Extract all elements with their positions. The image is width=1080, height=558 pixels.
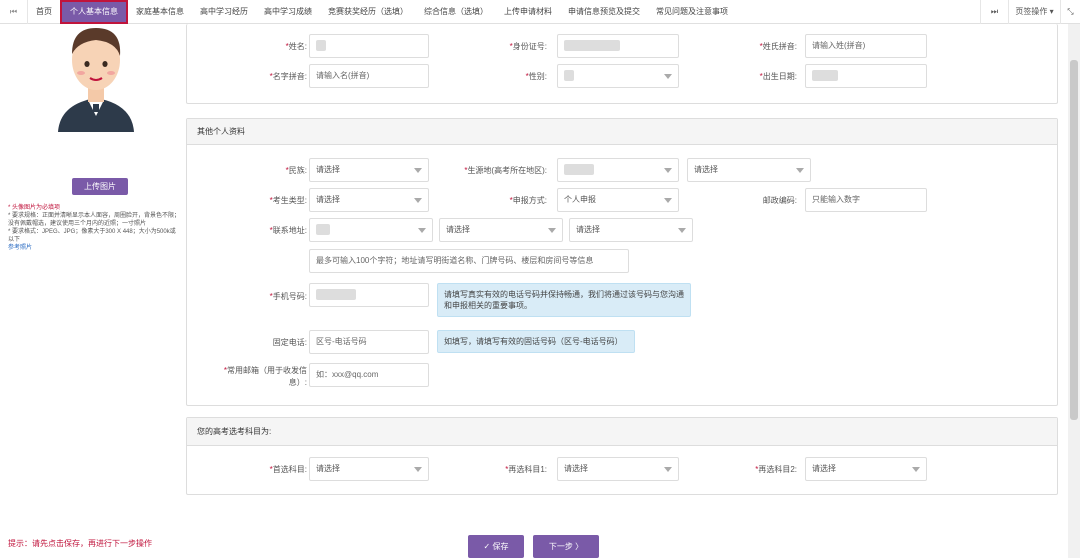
chevron-down-icon bbox=[664, 74, 672, 79]
examinee-type-select[interactable]: 请选择 bbox=[309, 188, 429, 212]
surname-pinyin-label: *姓氏拼音: bbox=[759, 42, 797, 51]
zip-input[interactable]: 只能输入数字 bbox=[805, 188, 927, 212]
redacted-text bbox=[812, 70, 838, 82]
basic-info-panel: *姓名: *身份证号: *姓氏拼音: 请输入姓(拼音) *名字拼音: 请输入名(… bbox=[186, 24, 1058, 104]
rewind-icon: ⏮ bbox=[9, 6, 18, 16]
other-info-panel: 其他个人资料 *民族: 请选择 *生源地(高考所在地区): 请选择 *考生类型:… bbox=[186, 118, 1058, 406]
name-label: *姓名: bbox=[285, 42, 307, 51]
second-subject-1-select[interactable]: 请选择 bbox=[557, 457, 679, 481]
avatar-illustration bbox=[58, 28, 134, 132]
zip-label: 邮政编码: bbox=[762, 196, 797, 205]
first-subject-select[interactable]: 请选择 bbox=[309, 457, 429, 481]
name-input[interactable] bbox=[309, 34, 429, 58]
fullscreen-icon: ⤡ bbox=[1067, 6, 1074, 16]
surname-pinyin-input[interactable]: 请输入姓(拼音) bbox=[805, 34, 927, 58]
tab-highschool-history[interactable]: 高中学习经历 bbox=[192, 0, 256, 24]
redacted-text bbox=[564, 164, 594, 176]
email-input[interactable]: 如：xxx@qq.com bbox=[309, 363, 429, 387]
tab-highschool-grades[interactable]: 高中学习成绩 bbox=[256, 0, 320, 24]
id-number-input[interactable] bbox=[557, 34, 679, 58]
id-number-label: *身份证号: bbox=[509, 42, 547, 51]
address-detail-input[interactable]: 最多可输入100个字符；地址请写明街道名称、门牌号码、楼层和房间号等信息 bbox=[309, 249, 629, 273]
chevron-down-icon bbox=[912, 467, 920, 472]
apply-method-select[interactable]: 个人申报 bbox=[557, 188, 679, 212]
examinee-type-label: *考生类型: bbox=[269, 196, 307, 205]
prev-tabs-button[interactable]: ⏮ bbox=[0, 0, 28, 24]
other-info-title: 其他个人资料 bbox=[187, 119, 1057, 145]
reference-photo-link[interactable]: 参考照片 bbox=[8, 245, 32, 251]
address-province-select[interactable] bbox=[309, 218, 433, 242]
tab-preview-submit[interactable]: 申请信息预览及提交 bbox=[560, 0, 648, 24]
upload-photo-button[interactable]: 上传图片 bbox=[72, 178, 128, 195]
origin-city-select[interactable]: 请选择 bbox=[687, 158, 811, 182]
chevron-down-icon bbox=[664, 467, 672, 472]
chevron-down-icon bbox=[418, 228, 426, 233]
given-pinyin-label: *名字拼音: bbox=[269, 72, 307, 81]
address-district-select[interactable]: 请选择 bbox=[569, 218, 693, 242]
next-tabs-button[interactable]: ⏭ bbox=[980, 0, 1008, 24]
landline-input[interactable]: 区号-电话号码 bbox=[309, 330, 429, 354]
tab-general-info[interactable]: 综合信息（选填） bbox=[416, 0, 496, 24]
tab-home[interactable]: 首页 bbox=[28, 0, 60, 24]
landline-label: 固定电话: bbox=[272, 338, 307, 347]
apply-method-label: *申报方式: bbox=[509, 196, 547, 205]
save-button[interactable]: ✓ 保存 bbox=[468, 535, 524, 558]
subjects-title: 您的高考选考科目为: bbox=[187, 418, 1057, 446]
next-step-button[interactable]: 下一步 〉 bbox=[533, 535, 599, 558]
note-format: * 要求格式：JPEG、JPG；像素大于300 X 448；大小为500k或以下 bbox=[8, 229, 176, 243]
tab-personal-info[interactable]: 个人基本信息 bbox=[60, 0, 128, 24]
chevron-down-icon bbox=[678, 228, 686, 233]
landline-tip: 如填写，请填写有效的固话号码（区号-电话号码） bbox=[437, 330, 635, 353]
tab-list: 首页 个人基本信息 家庭基本信息 高中学习经历 高中学习成绩 竞赛获奖经历（选填… bbox=[28, 0, 980, 24]
tab-faq[interactable]: 常见问题及注意事项 bbox=[648, 0, 736, 24]
birthdate-label: *出生日期: bbox=[759, 72, 797, 81]
tab-competition-awards[interactable]: 竞赛获奖经历（选填） bbox=[320, 0, 416, 24]
chevron-down-icon bbox=[664, 198, 672, 203]
chevron-down-icon bbox=[414, 198, 422, 203]
ethnic-label: *民族: bbox=[285, 166, 307, 175]
gender-select[interactable] bbox=[557, 64, 679, 88]
first-subject-label: *首选科目: bbox=[269, 465, 307, 474]
origin-label: *生源地(高考所在地区): bbox=[464, 166, 547, 175]
second-subject-1-label: *再选科目1: bbox=[505, 465, 547, 474]
caret-down-icon: ▾ bbox=[1049, 7, 1054, 16]
chevron-down-icon bbox=[796, 168, 804, 173]
fullscreen-button[interactable]: ⤡ bbox=[1060, 0, 1080, 24]
page-ops-dropdown[interactable]: 页签操作 ▾ bbox=[1008, 0, 1060, 24]
note-required: * 头像图片为必填项 bbox=[8, 205, 61, 211]
tab-family-info[interactable]: 家庭基本信息 bbox=[128, 0, 192, 24]
phone-tip: 请填写真实有效的电话号码并保持畅通，我们将通过该号码与您沟通和申报相关的重要事项… bbox=[437, 283, 691, 317]
address-label: *联系地址: bbox=[269, 226, 307, 235]
chevron-down-icon bbox=[414, 467, 422, 472]
birthdate-input[interactable] bbox=[805, 64, 927, 88]
redacted-text bbox=[316, 224, 330, 236]
redacted-text bbox=[316, 40, 326, 52]
top-tab-bar: ⏮ 首页 个人基本信息 家庭基本信息 高中学习经历 高中学习成绩 竞赛获奖经历（… bbox=[0, 0, 1080, 24]
chevron-down-icon bbox=[664, 168, 672, 173]
photo-column: 上传图片 * 头像图片为必填项 * 要求规格：正面并清晰显示本人面容，周圈脸开，… bbox=[0, 24, 180, 558]
scrollbar-thumb[interactable] bbox=[1070, 60, 1078, 420]
phone-label: *手机号码: bbox=[269, 292, 307, 301]
email-label: *常用邮箱（用于收发信 息）: bbox=[223, 366, 307, 387]
chevron-down-icon bbox=[548, 228, 556, 233]
redacted-text bbox=[564, 70, 574, 82]
tab-upload-materials[interactable]: 上传申请材料 bbox=[496, 0, 560, 24]
note-spec: * 要求规格：正面并清晰显示本人面容，周圈脸开，背景色不限；没有佩戴帽选，建议使… bbox=[8, 213, 181, 227]
second-subject-2-select[interactable]: 请选择 bbox=[805, 457, 927, 481]
chevron-down-icon bbox=[414, 168, 422, 173]
given-pinyin-input[interactable]: 请输入名(拼音) bbox=[309, 64, 429, 88]
page-ops-label: 页签操作 bbox=[1015, 7, 1048, 16]
phone-input[interactable] bbox=[309, 283, 429, 307]
photo-notes: * 头像图片为必填项 * 要求规格：正面并清晰显示本人面容，周圈脸开，背景色不限… bbox=[8, 204, 180, 252]
redacted-text bbox=[316, 289, 356, 301]
gender-label: *性别: bbox=[525, 72, 547, 81]
second-subject-2-label: *再选科目2: bbox=[755, 465, 797, 474]
redacted-text bbox=[564, 40, 620, 52]
subjects-panel: 您的高考选考科目为: *首选科目: 请选择 *再选科目1: 请选择 *再选科目2… bbox=[186, 417, 1058, 495]
save-warning: 提示：请先点击保存，再进行下一步操作 bbox=[8, 539, 152, 548]
origin-province-select[interactable] bbox=[557, 158, 679, 182]
address-city-select[interactable]: 请选择 bbox=[439, 218, 563, 242]
ethnic-select[interactable]: 请选择 bbox=[309, 158, 429, 182]
fast-forward-icon: ⏭ bbox=[990, 6, 999, 16]
